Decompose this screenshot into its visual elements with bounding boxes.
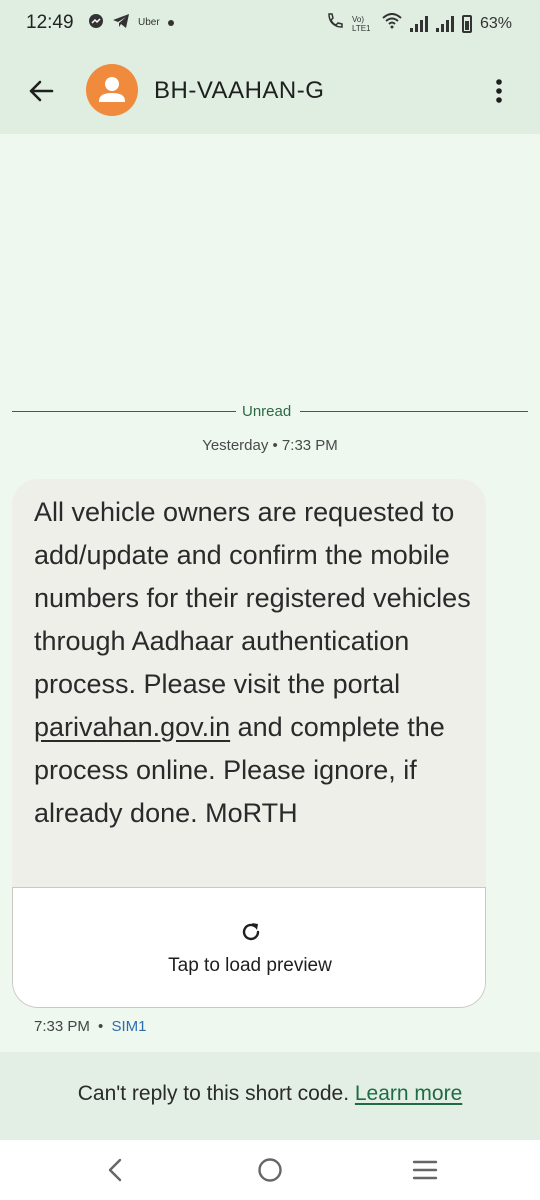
nav-back-button[interactable] — [100, 1155, 130, 1185]
uber-icon: Uber — [138, 17, 160, 28]
sim-label: SIM1 — [111, 1018, 147, 1035]
message-text: All vehicle owners are requested to add/… — [34, 491, 474, 835]
preview-label: Tap to load preview — [168, 955, 332, 976]
conversation-title[interactable]: BH-VAAHAN-G — [154, 77, 324, 105]
message-bubble[interactable]: All vehicle owners are requested to add/… — [12, 479, 486, 1008]
notification-icons: Uber — [88, 13, 174, 32]
reply-banner: Can't reply to this short code. Learn mo… — [0, 1052, 540, 1140]
app-bar: BH-VAAHAN-G — [0, 46, 540, 134]
refresh-icon — [242, 923, 260, 941]
dot-icon — [167, 19, 174, 26]
message-meta: 7:33 PM • SIM1 — [34, 1018, 147, 1035]
volte-label: Vo) LTE1 — [351, 14, 371, 33]
reply-notice: Can't reply to this short code. Learn mo… — [0, 1082, 540, 1106]
status-time: 12:49 — [26, 12, 74, 33]
status-bar: 12:49 Uber Vo) LTE1 63% — [0, 0, 540, 46]
person-icon — [99, 77, 125, 102]
learn-more-link[interactable]: Learn more — [355, 1082, 462, 1105]
message-time: 7:33 PM — [34, 1018, 90, 1035]
battery-icon — [461, 14, 472, 33]
portal-link[interactable]: parivahan.gov.in — [34, 712, 230, 742]
system-nav-bar — [0, 1140, 540, 1200]
more-options-button[interactable] — [482, 74, 516, 108]
unread-label: Unread — [242, 403, 292, 420]
nav-home-button[interactable] — [255, 1155, 285, 1185]
wifi-icon — [382, 13, 402, 34]
more-vert-icon — [496, 79, 502, 103]
arrow-back-icon — [29, 80, 54, 102]
meta-separator: • — [98, 1018, 104, 1035]
battery-percent: 63% — [479, 14, 512, 32]
divider-line-left — [12, 411, 236, 412]
signal-icon-1 — [409, 15, 428, 32]
reply-notice-text: Can't reply to this short code. — [77, 1082, 355, 1105]
message-text-part-1: All vehicle owners are requested to add/… — [34, 497, 471, 699]
nav-recents-button[interactable] — [410, 1155, 440, 1185]
home-circle-icon — [258, 1158, 282, 1182]
telegram-icon — [112, 13, 130, 32]
system-icons: Vo) LTE1 63% — [326, 12, 512, 35]
contact-avatar[interactable] — [86, 64, 138, 116]
messenger-icon — [88, 13, 104, 32]
signal-icon-2 — [435, 15, 454, 32]
date-stamp: Yesterday • 7:33 PM — [202, 437, 338, 454]
divider-line-right — [300, 411, 528, 412]
link-preview-card[interactable]: Tap to load preview — [12, 887, 486, 1008]
unread-divider: Unread — [12, 400, 528, 422]
back-button[interactable] — [24, 74, 58, 108]
menu-lines-icon — [412, 1160, 438, 1180]
chevron-left-icon — [108, 1158, 122, 1182]
call-icon — [326, 12, 344, 35]
